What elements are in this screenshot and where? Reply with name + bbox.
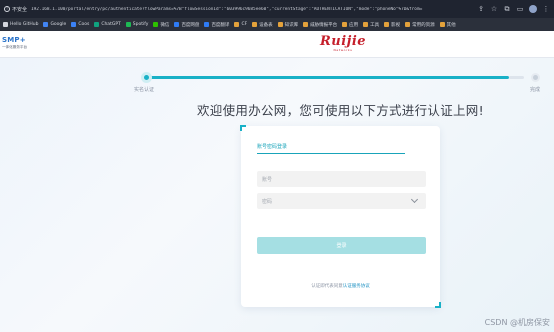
login-card: 账号密码登录 账号 密码 登录 认证即代表同意认证服务协议 xyxy=(240,125,441,308)
bookmark-icon xyxy=(153,22,159,27)
bookmark-item[interactable]: 常用的资源 xyxy=(405,22,435,28)
bookmark-icon xyxy=(277,22,283,27)
account-input[interactable]: 账号 xyxy=(257,171,426,187)
chevron-down-icon[interactable] xyxy=(410,195,419,204)
bookmark-item[interactable]: 微信 xyxy=(153,22,169,28)
bookmark-item[interactable]: ChatGPT xyxy=(94,22,121,27)
bookmark-item[interactable]: 工具 xyxy=(363,22,379,28)
step-2-label: 完成 xyxy=(530,87,541,93)
card-corner-top-left xyxy=(240,125,246,131)
bookmark-icon xyxy=(342,22,348,27)
menu-icon[interactable]: ⋮ xyxy=(542,5,550,14)
bookmark-item[interactable]: 其他 xyxy=(439,22,456,28)
share-icon[interactable]: ⇪ xyxy=(477,5,485,14)
bookmark-item[interactable]: 知识库 xyxy=(277,22,299,28)
stepper-progress-track xyxy=(509,76,524,79)
bookmark-item[interactable]: 百度网盘 xyxy=(174,22,199,28)
welcome-heading: 欢迎使用办公网，您可使用以下方式进行认证上网! xyxy=(197,103,484,118)
security-warning-label: 不安全 xyxy=(12,6,28,13)
bookmark-label: 百度翻译 xyxy=(211,22,230,28)
bookmark-icon xyxy=(94,22,100,27)
bookmark-label: 微信 xyxy=(160,22,170,28)
url-text[interactable]: 192.168.1.100/portal/entry/pc/authentica… xyxy=(31,7,473,12)
bookmark-label: 其他 xyxy=(446,22,456,28)
bookmark-item[interactable]: Coos xyxy=(71,22,89,27)
bookmark-label: 常用的资源 xyxy=(412,22,435,28)
watermark: CSDN @机房保安 xyxy=(484,318,550,327)
bookmark-icon xyxy=(3,22,8,27)
browser-address-bar: ! 不安全 192.168.1.100/portal/entry/pc/auth… xyxy=(0,0,554,18)
bookmark-label: 百度网盘 xyxy=(181,22,200,28)
page-header: SMP+ 一体化服务平台 Ruijie Networks xyxy=(0,31,554,58)
sidebar-icon[interactable]: ▭ xyxy=(516,5,524,14)
agreement-text: 认证即代表同意认证服务协议 xyxy=(241,283,440,289)
step-2-dot xyxy=(531,73,540,82)
bookmark-item[interactable]: 百度翻译 xyxy=(204,22,229,28)
bookmark-label: 应用 xyxy=(349,22,359,28)
card-corner-bottom-right xyxy=(435,302,441,308)
step-1-label: 实名认证 xyxy=(134,87,155,93)
bookmark-icon xyxy=(204,22,210,27)
progress-stepper: 实名认证 完成 xyxy=(130,66,550,96)
bookmark-item[interactable]: CF xyxy=(234,22,247,27)
bookmark-item[interactable]: 威胁情报平台 xyxy=(303,22,337,28)
warning-icon: ! xyxy=(4,6,10,12)
bookmark-icon xyxy=(439,22,445,27)
bookmark-item[interactable]: Spotify xyxy=(125,22,149,27)
bookmark-icon xyxy=(303,22,309,27)
agreement-prefix: 认证即代表同意 xyxy=(311,284,343,289)
password-input[interactable]: 密码 xyxy=(257,193,426,209)
browser-actions: ⇪ ☆ ⧉ ▭ ⋮ xyxy=(477,4,550,14)
stepper-progress-fill xyxy=(150,76,509,79)
agreement-link[interactable]: 认证服务协议 xyxy=(343,284,370,289)
bookmark-label: CF xyxy=(241,22,248,27)
bookmark-label: Spotify xyxy=(132,22,149,27)
bookmark-icon xyxy=(363,22,369,27)
profile-avatar[interactable] xyxy=(529,4,537,13)
bookmark-icon xyxy=(384,22,390,27)
bookmark-item[interactable]: 应用 xyxy=(342,22,358,28)
bookmark-item[interactable]: 设备表 xyxy=(252,22,273,28)
bookmark-label: Hello GitHub xyxy=(10,22,39,27)
step-1-dot xyxy=(141,72,152,83)
bookmark-icon xyxy=(405,22,411,27)
brand-name: SMP+ xyxy=(2,36,26,44)
bookmark-label: Coos xyxy=(78,22,90,27)
extensions-icon[interactable]: ⧉ xyxy=(503,5,511,14)
bookmark-icon xyxy=(125,22,131,27)
bookmark-label: 设备表 xyxy=(259,22,273,28)
bookmark-label: 知识库 xyxy=(284,22,299,28)
bookmark-label: 威胁情报平台 xyxy=(310,22,338,28)
security-warning[interactable]: ! 不安全 xyxy=(4,6,27,13)
logo-text: Ruijie xyxy=(319,34,367,49)
bookmark-icon xyxy=(43,22,49,27)
tab-account-password[interactable]: 账号密码登录 xyxy=(257,143,405,154)
bookmark-label: Google xyxy=(50,22,67,27)
login-button[interactable]: 登录 xyxy=(257,237,426,254)
bookmark-item[interactable]: Hello GitHub xyxy=(3,22,38,27)
ruijie-logo: Ruijie Networks xyxy=(311,35,375,52)
brand-left: SMP+ 一体化服务平台 xyxy=(2,36,27,50)
bookmark-item[interactable]: 影视 xyxy=(384,22,400,28)
bookmarks-bar: Hello GitHub Google Coos ChatGPT Spotify 微信 百度… xyxy=(0,18,554,31)
bookmark-icon xyxy=(234,22,240,27)
account-placeholder: 账号 xyxy=(262,176,273,183)
bookmark-label: ChatGPT xyxy=(101,22,121,27)
bookmark-icon xyxy=(174,22,180,27)
bookmark-icon xyxy=(71,22,77,27)
bookmark-item[interactable]: Google xyxy=(43,22,66,27)
bookmark-icon xyxy=(252,22,258,27)
brand-subtitle: 一体化服务平台 xyxy=(2,45,28,49)
bookmark-label: 工具 xyxy=(370,22,380,28)
bookmark-label: 影视 xyxy=(391,22,401,28)
bookmark-star-icon[interactable]: ☆ xyxy=(490,5,498,14)
password-placeholder: 密码 xyxy=(262,198,273,205)
